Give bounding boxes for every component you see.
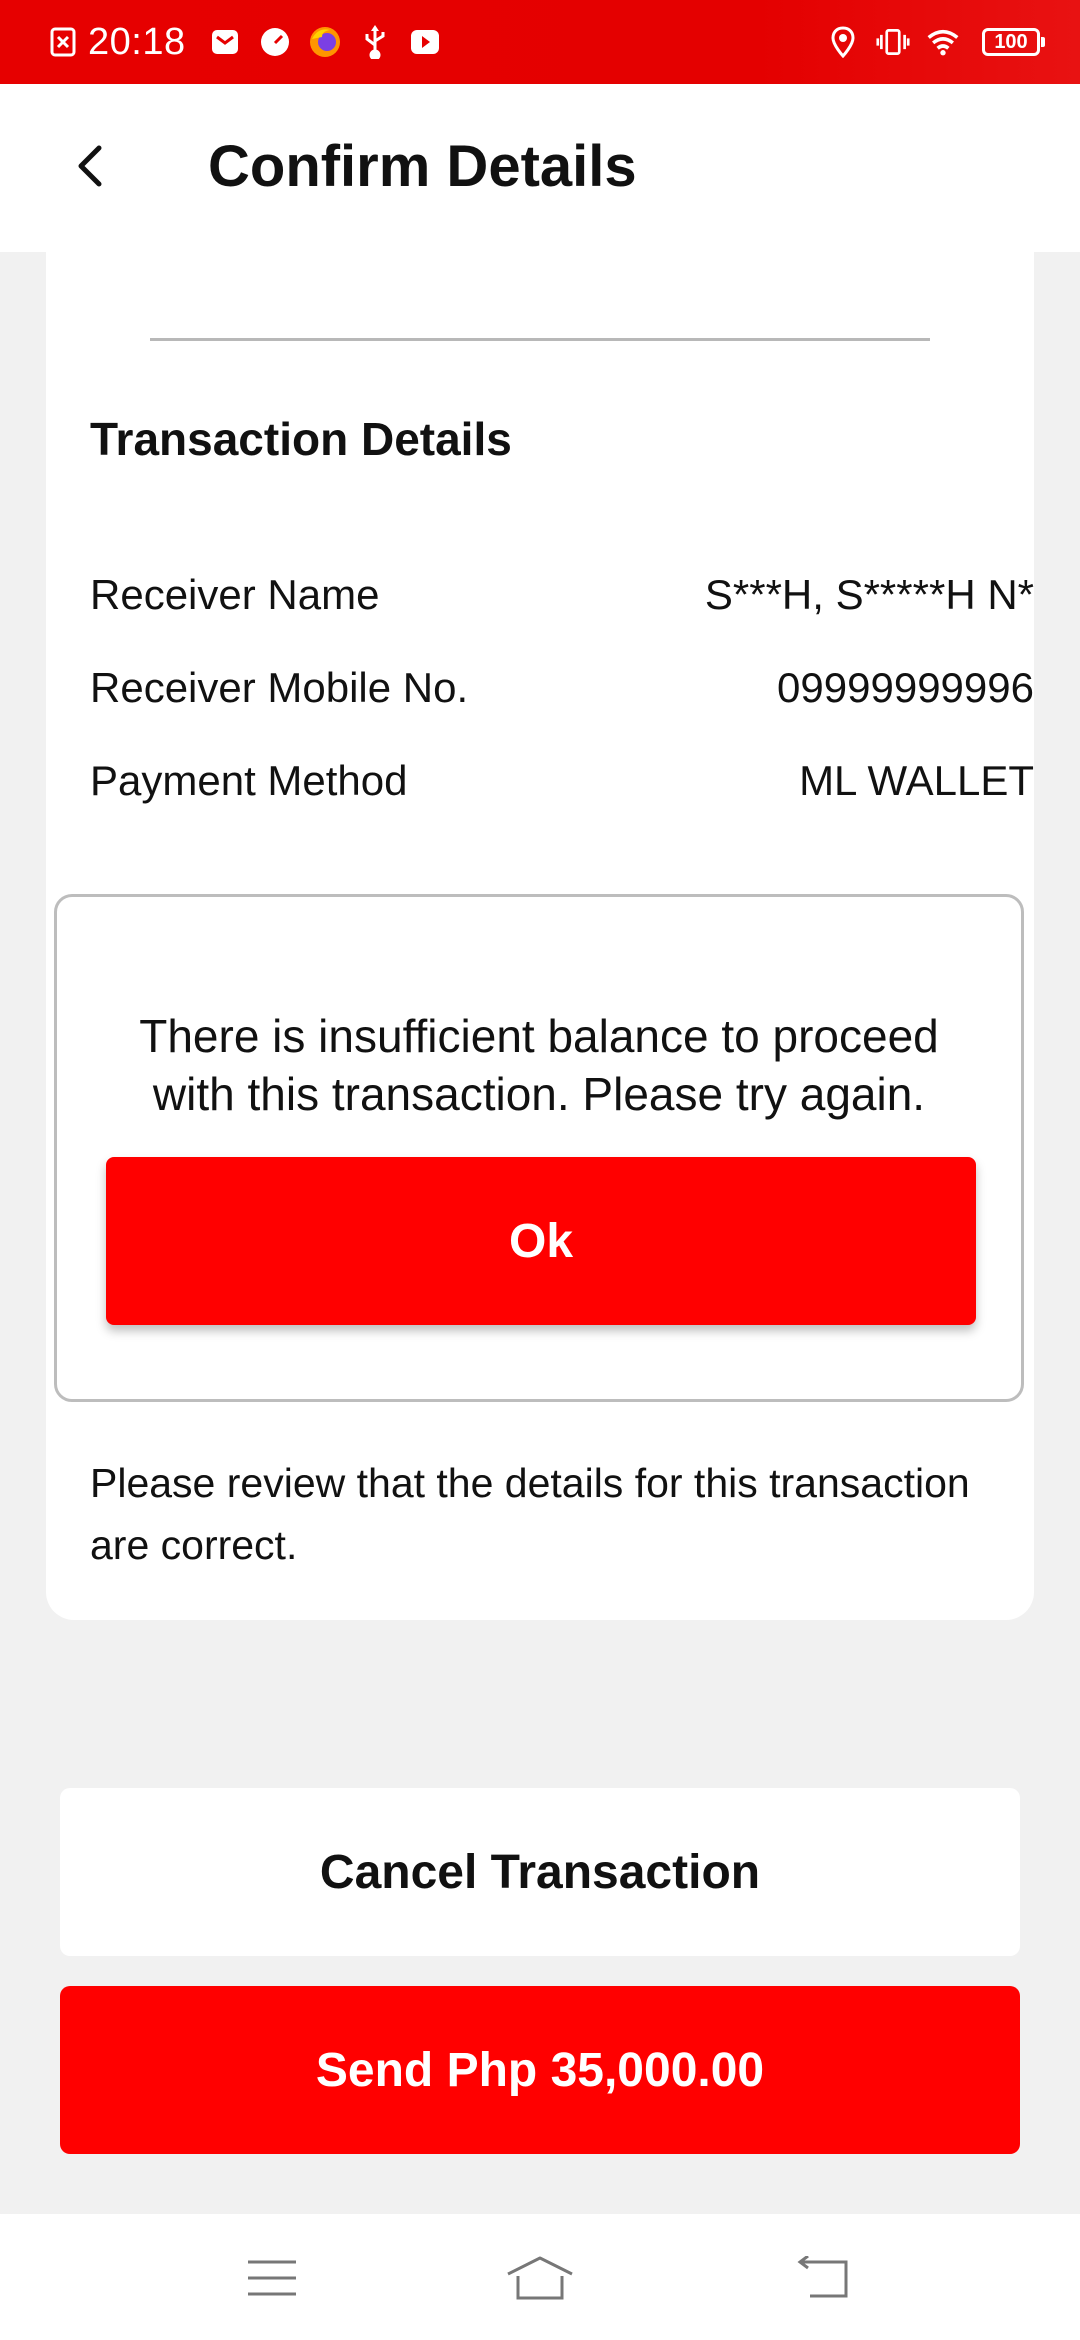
detail-row-receiver-name: Receiver Name S***H, S*****H N*: [90, 567, 1034, 623]
app-header: Confirm Details: [0, 84, 1080, 252]
detail-row-payment-method: Payment Method ML WALLET: [90, 753, 1034, 809]
detail-label: Receiver Mobile No.: [90, 664, 469, 711]
status-bar-right: 100: [826, 25, 1045, 59]
firefox-icon: [308, 25, 342, 59]
back-icon: [796, 2254, 852, 2305]
chevron-left-icon: [75, 144, 105, 193]
transaction-card: Transaction Details Receiver Name S***H,…: [46, 252, 1034, 1620]
speedometer-icon: [258, 25, 292, 59]
status-bar: 20:18 100: [0, 0, 1080, 84]
system-nav-bar: [0, 2214, 1080, 2340]
review-note: Please review that the details for this …: [90, 1460, 970, 1568]
ok-button[interactable]: Ok: [106, 1157, 976, 1325]
gmail-icon: [208, 25, 242, 59]
send-button[interactable]: Send Php 35,000.00: [60, 1986, 1020, 2154]
insufficient-balance-dialog: There is insufficient balance to proceed…: [54, 894, 1024, 1402]
detail-value: 09999999996: [777, 664, 1034, 711]
nav-menu-button[interactable]: [232, 2240, 312, 2320]
status-time: 20:18: [88, 20, 186, 63]
vibrate-icon: [876, 25, 910, 59]
battery-icon: 100: [982, 28, 1045, 56]
back-button[interactable]: [60, 134, 120, 202]
detail-value: S***H, S*****H N*: [704, 571, 1034, 618]
detail-value: ML WALLET: [799, 757, 1034, 804]
youtube-icon: [408, 25, 442, 59]
screenshot-icon: [46, 25, 80, 59]
cancel-transaction-button[interactable]: Cancel Transaction: [60, 1788, 1020, 1956]
nav-home-button[interactable]: [500, 2240, 580, 2320]
status-bar-left: 20:18: [46, 21, 458, 64]
location-icon: [826, 25, 860, 59]
section-title: Transaction Details: [90, 413, 512, 465]
wifi-icon: [926, 25, 960, 59]
menu-icon: [246, 2258, 298, 2303]
detail-label: Payment Method: [90, 757, 408, 804]
detail-label: Receiver Name: [90, 571, 380, 618]
usb-icon: [358, 25, 392, 59]
dialog-message: There is insufficient balance to proceed…: [139, 1010, 939, 1120]
detail-row-receiver-mobile: Receiver Mobile No. 09999999996: [90, 660, 1034, 716]
home-icon: [504, 2254, 576, 2307]
divider: [150, 338, 930, 341]
page-title: Confirm Details: [208, 134, 637, 199]
nav-back-button[interactable]: [784, 2240, 864, 2320]
